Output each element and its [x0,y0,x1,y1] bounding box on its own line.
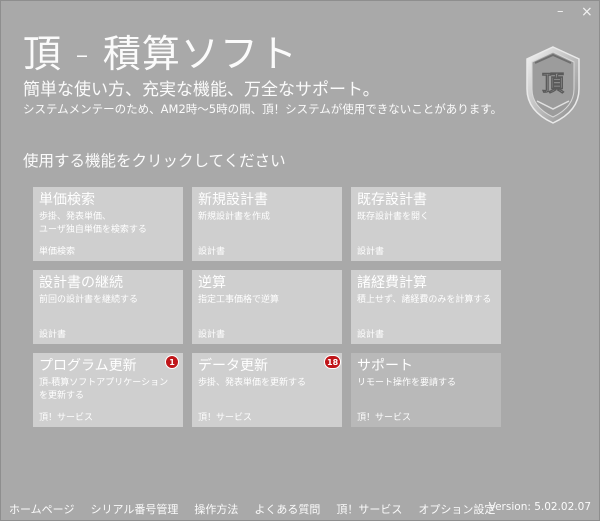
tile-description: 指定工事価格で逆算 [198,295,280,305]
tile-overhead-calc[interactable]: 諸経費計算 積上せず、諸経費のみを計算する 設計書 [351,270,501,344]
tile-title: サポート [357,358,413,374]
footer-link-how-to[interactable]: 操作方法 [194,501,238,517]
tile-title: データ更新 [198,358,268,374]
tile-unit-price-search[interactable]: 単価検索 歩掛、発表単価、 ユーザ独自単価を検索する 単価検索 [33,187,183,261]
tile-description: 歩掛、発表単価、 ユーザ独自単価を検索する [39,212,147,235]
tile-description: 積上せず、諸経費のみを計算する [357,295,492,305]
app-title: 頂 - 積算ソフト [23,32,298,76]
tile-category: 設計書 [39,330,67,340]
update-count-badge: 18 [324,355,342,369]
tile-description: 新規設計書を作成 [198,212,271,222]
footer-link-options[interactable]: オプション設定 [418,501,495,517]
tile-title: 諸経費計算 [357,275,427,291]
app-window: – × 頂 - 積算ソフト 簡単な使い方、充実な機能、万全なサポート。 システム… [0,0,600,521]
tile-program-update[interactable]: プログラム更新 頂-積算ソフトアプリケーション を更新する 頂！サービス 1 [33,353,183,427]
tile-data-update[interactable]: データ更新 歩掛、発表単価を更新する 頂！サービス 18 [192,353,342,427]
section-heading: 使用する機能をクリックしてください [23,152,286,170]
logo-glyph: 頂 [542,72,565,97]
tile-category: 単価検索 [39,247,76,257]
tile-existing-design-doc[interactable]: 既存設計書 既存設計書を開く 設計書 [351,187,501,261]
tile-title: 既存設計書 [357,192,427,208]
tile-category: 頂！サービス [198,413,253,423]
tile-category: 頂！サービス [357,413,412,423]
update-count-badge: 1 [165,355,179,369]
version-label: Version: 5.02.02.07 [488,501,591,513]
tile-continue-design-doc[interactable]: 設計書の継続 前回の設計書を継続する 設計書 [33,270,183,344]
tile-title: 設計書の継続 [39,275,123,291]
tile-category: 設計書 [357,247,385,257]
shield-logo-icon: 頂 [525,45,581,125]
tile-category: 設計書 [198,247,226,257]
tile-category: 設計書 [357,330,385,340]
footer-link-faq[interactable]: よくある質問 [254,501,320,517]
tile-support[interactable]: サポート リモート操作を要請する 頂！サービス [351,353,501,427]
tile-category: 頂！サービス [39,413,94,423]
tile-new-design-doc[interactable]: 新規設計書 新規設計書を作成 設計書 [192,187,342,261]
tile-reverse-calc[interactable]: 逆算 指定工事価格で逆算 設計書 [192,270,342,344]
tile-title: 新規設計書 [198,192,268,208]
maintenance-notice: システムメンテーのため、AM2時～5時の間、頂！システムが使用できないことがあり… [23,102,503,116]
close-button[interactable]: × [581,5,593,19]
tile-description: 既存設計書を開く [357,212,430,222]
tile-description: 歩掛、発表単価を更新する [198,378,307,388]
tile-category: 設計書 [198,330,226,340]
tile-description: リモート操作を要請する [357,378,457,388]
tile-description: 頂-積算ソフトアプリケーション を更新する [39,378,169,401]
footer-link-homepage[interactable]: ホームページ [9,501,74,517]
tile-title: 単価検索 [39,192,95,208]
minimize-button[interactable]: – [557,5,564,19]
tile-description: 前回の設計書を継続する [39,295,139,305]
app-tagline: 簡単な使い方、充実な機能、万全なサポート。 [23,80,380,100]
footer-link-serial-management[interactable]: シリアル番号管理 [90,501,178,517]
tile-title: 逆算 [198,275,226,291]
tile-title: プログラム更新 [39,358,137,374]
footer-link-service[interactable]: 頂！サービス [336,501,402,517]
footer-nav: ホームページ シリアル番号管理 操作方法 よくある質問 頂！サービス オプション… [9,501,495,517]
